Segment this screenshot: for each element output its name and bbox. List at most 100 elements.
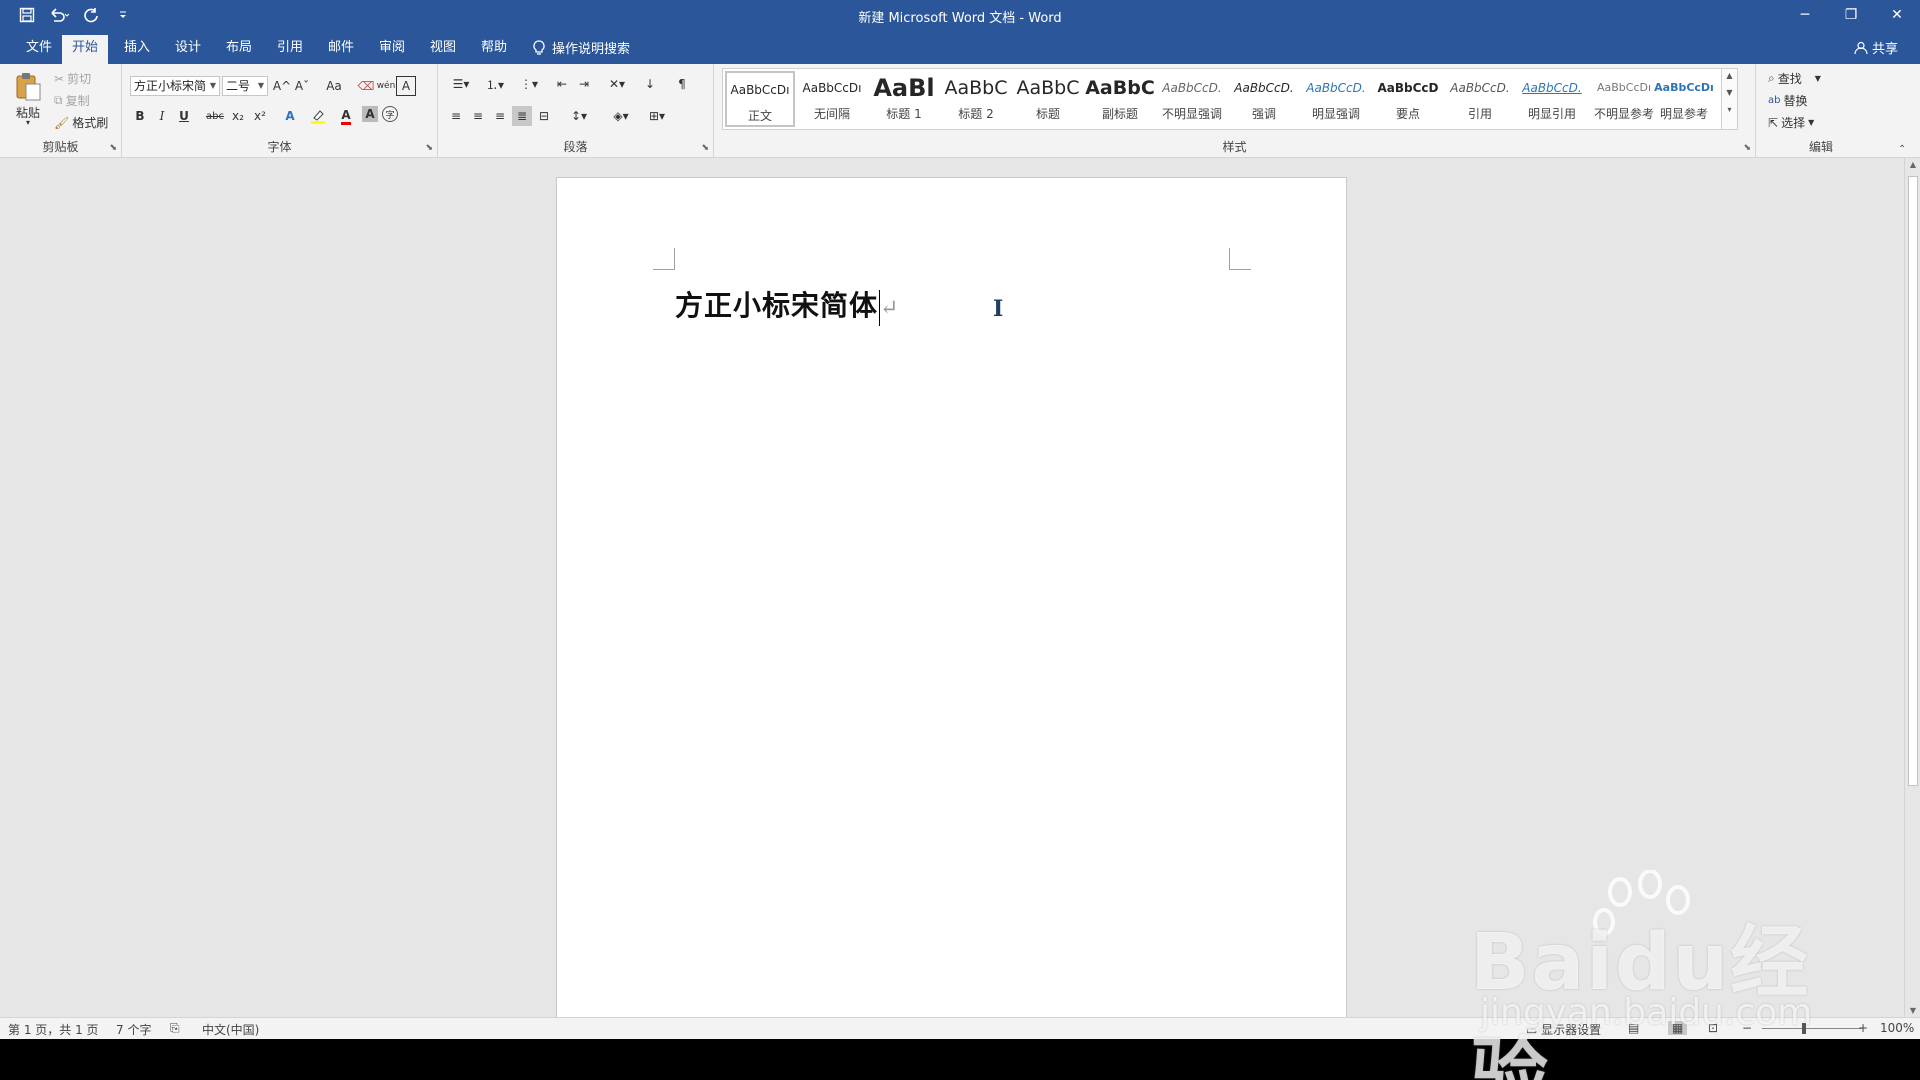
scrollbar-thumb[interactable] (1908, 176, 1918, 786)
style-quote[interactable]: AaBbCcD. 引用 (1445, 71, 1515, 127)
font-name-combo[interactable]: 方正小标宋简 ▼ (130, 76, 220, 96)
clear-format-icon[interactable]: ⌫ (356, 76, 376, 96)
tell-me-search[interactable]: 操作说明搜索 (532, 38, 630, 57)
style-gallery-scroll[interactable]: ▲ ▼ ▾ (1721, 69, 1737, 129)
justify-icon[interactable]: ≣ (512, 106, 532, 126)
tab-references[interactable]: 引用 (267, 35, 313, 64)
print-layout-icon[interactable]: ▦ (1668, 1021, 1688, 1035)
minimize-button[interactable]: ─ (1782, 0, 1828, 30)
line-spacing-icon[interactable]: ↕▾ (564, 106, 594, 126)
style-no-spacing[interactable]: AaBbCcDı 无间隔 (797, 71, 867, 127)
chinese-layout-icon[interactable]: ✕▾ (602, 74, 632, 94)
multilevel-list-icon[interactable]: ⋮▾ (514, 74, 544, 94)
document-page[interactable]: 方正小标宋简体↵ (556, 177, 1347, 1022)
font-color-icon[interactable]: A (336, 106, 356, 126)
style-normal[interactable]: AaBbCcDı 正文 (725, 71, 795, 127)
web-layout-icon[interactable]: ⊡ (1708, 1021, 1718, 1035)
gallery-more-icon[interactable]: ▾ (1722, 105, 1737, 114)
align-left-icon[interactable]: ≡ (446, 106, 466, 126)
align-right-icon[interactable]: ≡ (490, 106, 510, 126)
borders-icon[interactable]: ⊞▾ (642, 106, 672, 126)
shading-icon[interactable]: ◈▾ (606, 106, 636, 126)
font-size-combo[interactable]: 二号 ▼ (222, 76, 268, 96)
subscript-icon[interactable]: x₂ (228, 106, 248, 126)
enclose-characters-icon[interactable]: 字 (382, 106, 398, 122)
copy-button[interactable]: ⧉ 复制 (54, 92, 90, 109)
bold-icon[interactable]: B (130, 106, 150, 126)
increase-indent-icon[interactable]: ⇥ (574, 74, 594, 94)
show-marks-icon[interactable]: ¶ (672, 74, 692, 94)
find-button[interactable]: ⌕ 查找 ▼ (1768, 70, 1821, 87)
tab-home[interactable]: 开始 (62, 35, 109, 64)
style-title[interactable]: AaBbC 标题 (1013, 71, 1083, 127)
style-heading-1[interactable]: AaBl 标题 1 (869, 71, 939, 127)
style-intense-quote[interactable]: AaBbCcD. 明显引用 (1517, 71, 1587, 127)
tab-design[interactable]: 设计 (165, 35, 211, 64)
decrease-indent-icon[interactable]: ⇤ (552, 74, 572, 94)
display-settings-button[interactable]: ▭ 显示器设置 (1526, 1021, 1601, 1038)
align-center-icon[interactable]: ≡ (468, 106, 488, 126)
vertical-scrollbar[interactable]: ▲ ▼ (1904, 158, 1920, 1017)
underline-icon[interactable]: U (174, 106, 194, 126)
tab-file[interactable]: 文件 (16, 35, 62, 64)
strikethrough-icon[interactable]: abc (202, 106, 228, 126)
paste-icon[interactable] (14, 72, 42, 102)
restore-button[interactable]: ❐ (1828, 0, 1874, 30)
proofing-icon[interactable]: ⎘ (170, 1021, 180, 1036)
style-subtle-reference[interactable]: AaBbCcDı 不明显参考 (1589, 71, 1659, 127)
clipboard-launcher-icon[interactable]: ⬊ (109, 143, 117, 153)
tab-layout[interactable]: 布局 (216, 35, 262, 64)
zoom-in-icon[interactable]: + (1858, 1021, 1868, 1035)
zoom-slider-thumb[interactable] (1802, 1023, 1806, 1034)
style-intense-reference[interactable]: AaBbCcDı 明显参考 (1651, 71, 1717, 127)
style-subtle-emphasis[interactable]: AaBbCcD. 不明显强调 (1157, 71, 1227, 127)
style-intense-emphasis[interactable]: AaBbCcD. 明显强调 (1301, 71, 1371, 127)
font-launcher-icon[interactable]: ⬊ (425, 143, 433, 153)
sort-icon[interactable]: ↓ (640, 74, 660, 94)
highlight-icon[interactable] (308, 106, 328, 126)
style-heading-2[interactable]: AaBbC 标题 2 (941, 71, 1011, 127)
character-border-icon[interactable]: A (396, 76, 416, 96)
tab-mailings[interactable]: 邮件 (318, 35, 364, 64)
shrink-font-icon[interactable]: Aˇ (292, 76, 312, 96)
zoom-level[interactable]: 100% (1880, 1021, 1914, 1035)
phonetic-guide-icon[interactable]: wén (376, 76, 396, 96)
page-count[interactable]: 第 1 页，共 1 页 (8, 1021, 99, 1038)
scroll-up-icon[interactable]: ▲ (1722, 71, 1737, 80)
text-effects-icon[interactable]: A (280, 106, 300, 126)
tab-review[interactable]: 审阅 (369, 35, 415, 64)
numbering-icon[interactable]: ⒈▾ (480, 74, 510, 94)
paragraph-launcher-icon[interactable]: ⬊ (701, 143, 709, 153)
select-button[interactable]: ⇱ 选择 ▼ (1768, 114, 1814, 131)
style-emphasis[interactable]: AaBbCcD. 强调 (1229, 71, 1299, 127)
italic-icon[interactable]: I (152, 106, 172, 126)
language-indicator[interactable]: 中文(中国) (202, 1021, 259, 1038)
style-strong[interactable]: AaBbCcD 要点 (1373, 71, 1443, 127)
distributed-icon[interactable]: ⊟ (534, 106, 554, 126)
tab-help[interactable]: 帮助 (471, 35, 517, 64)
tab-view[interactable]: 视图 (420, 35, 466, 64)
replace-button[interactable]: ab 替换 (1768, 92, 1808, 109)
format-painter-button[interactable]: 🖌 格式刷 (54, 114, 108, 131)
paste-dropdown-icon[interactable]: ▾ (26, 118, 30, 127)
character-shading-icon[interactable]: A (362, 106, 378, 122)
styles-launcher-icon[interactable]: ⬊ (1743, 143, 1751, 153)
style-subtitle[interactable]: AaBbC 副标题 (1085, 71, 1155, 127)
scroll-down-arrow-icon[interactable]: ▼ (1905, 1006, 1920, 1015)
bullets-icon[interactable]: ☰▾ (446, 74, 476, 94)
superscript-icon[interactable]: x² (250, 106, 270, 126)
change-case-icon[interactable]: Aa (320, 76, 348, 96)
scroll-down-icon[interactable]: ▼ (1722, 88, 1737, 97)
document-text-line[interactable]: 方正小标宋简体↵ (675, 284, 899, 326)
grow-font-icon[interactable]: A^ (272, 76, 292, 96)
word-count[interactable]: 7 个字 (116, 1021, 151, 1038)
close-button[interactable]: ✕ (1874, 0, 1920, 30)
share-button[interactable]: 共享 (1854, 38, 1898, 57)
zoom-out-icon[interactable]: − (1742, 1021, 1752, 1035)
collapse-ribbon-icon[interactable]: ⌃ (1898, 144, 1906, 155)
tab-insert[interactable]: 插入 (114, 35, 160, 64)
zoom-slider[interactable] (1762, 1028, 1862, 1029)
scroll-up-arrow-icon[interactable]: ▲ (1905, 160, 1920, 169)
cut-button[interactable]: ✂ 剪切 (54, 70, 91, 87)
read-mode-icon[interactable]: ▤ (1628, 1021, 1639, 1035)
